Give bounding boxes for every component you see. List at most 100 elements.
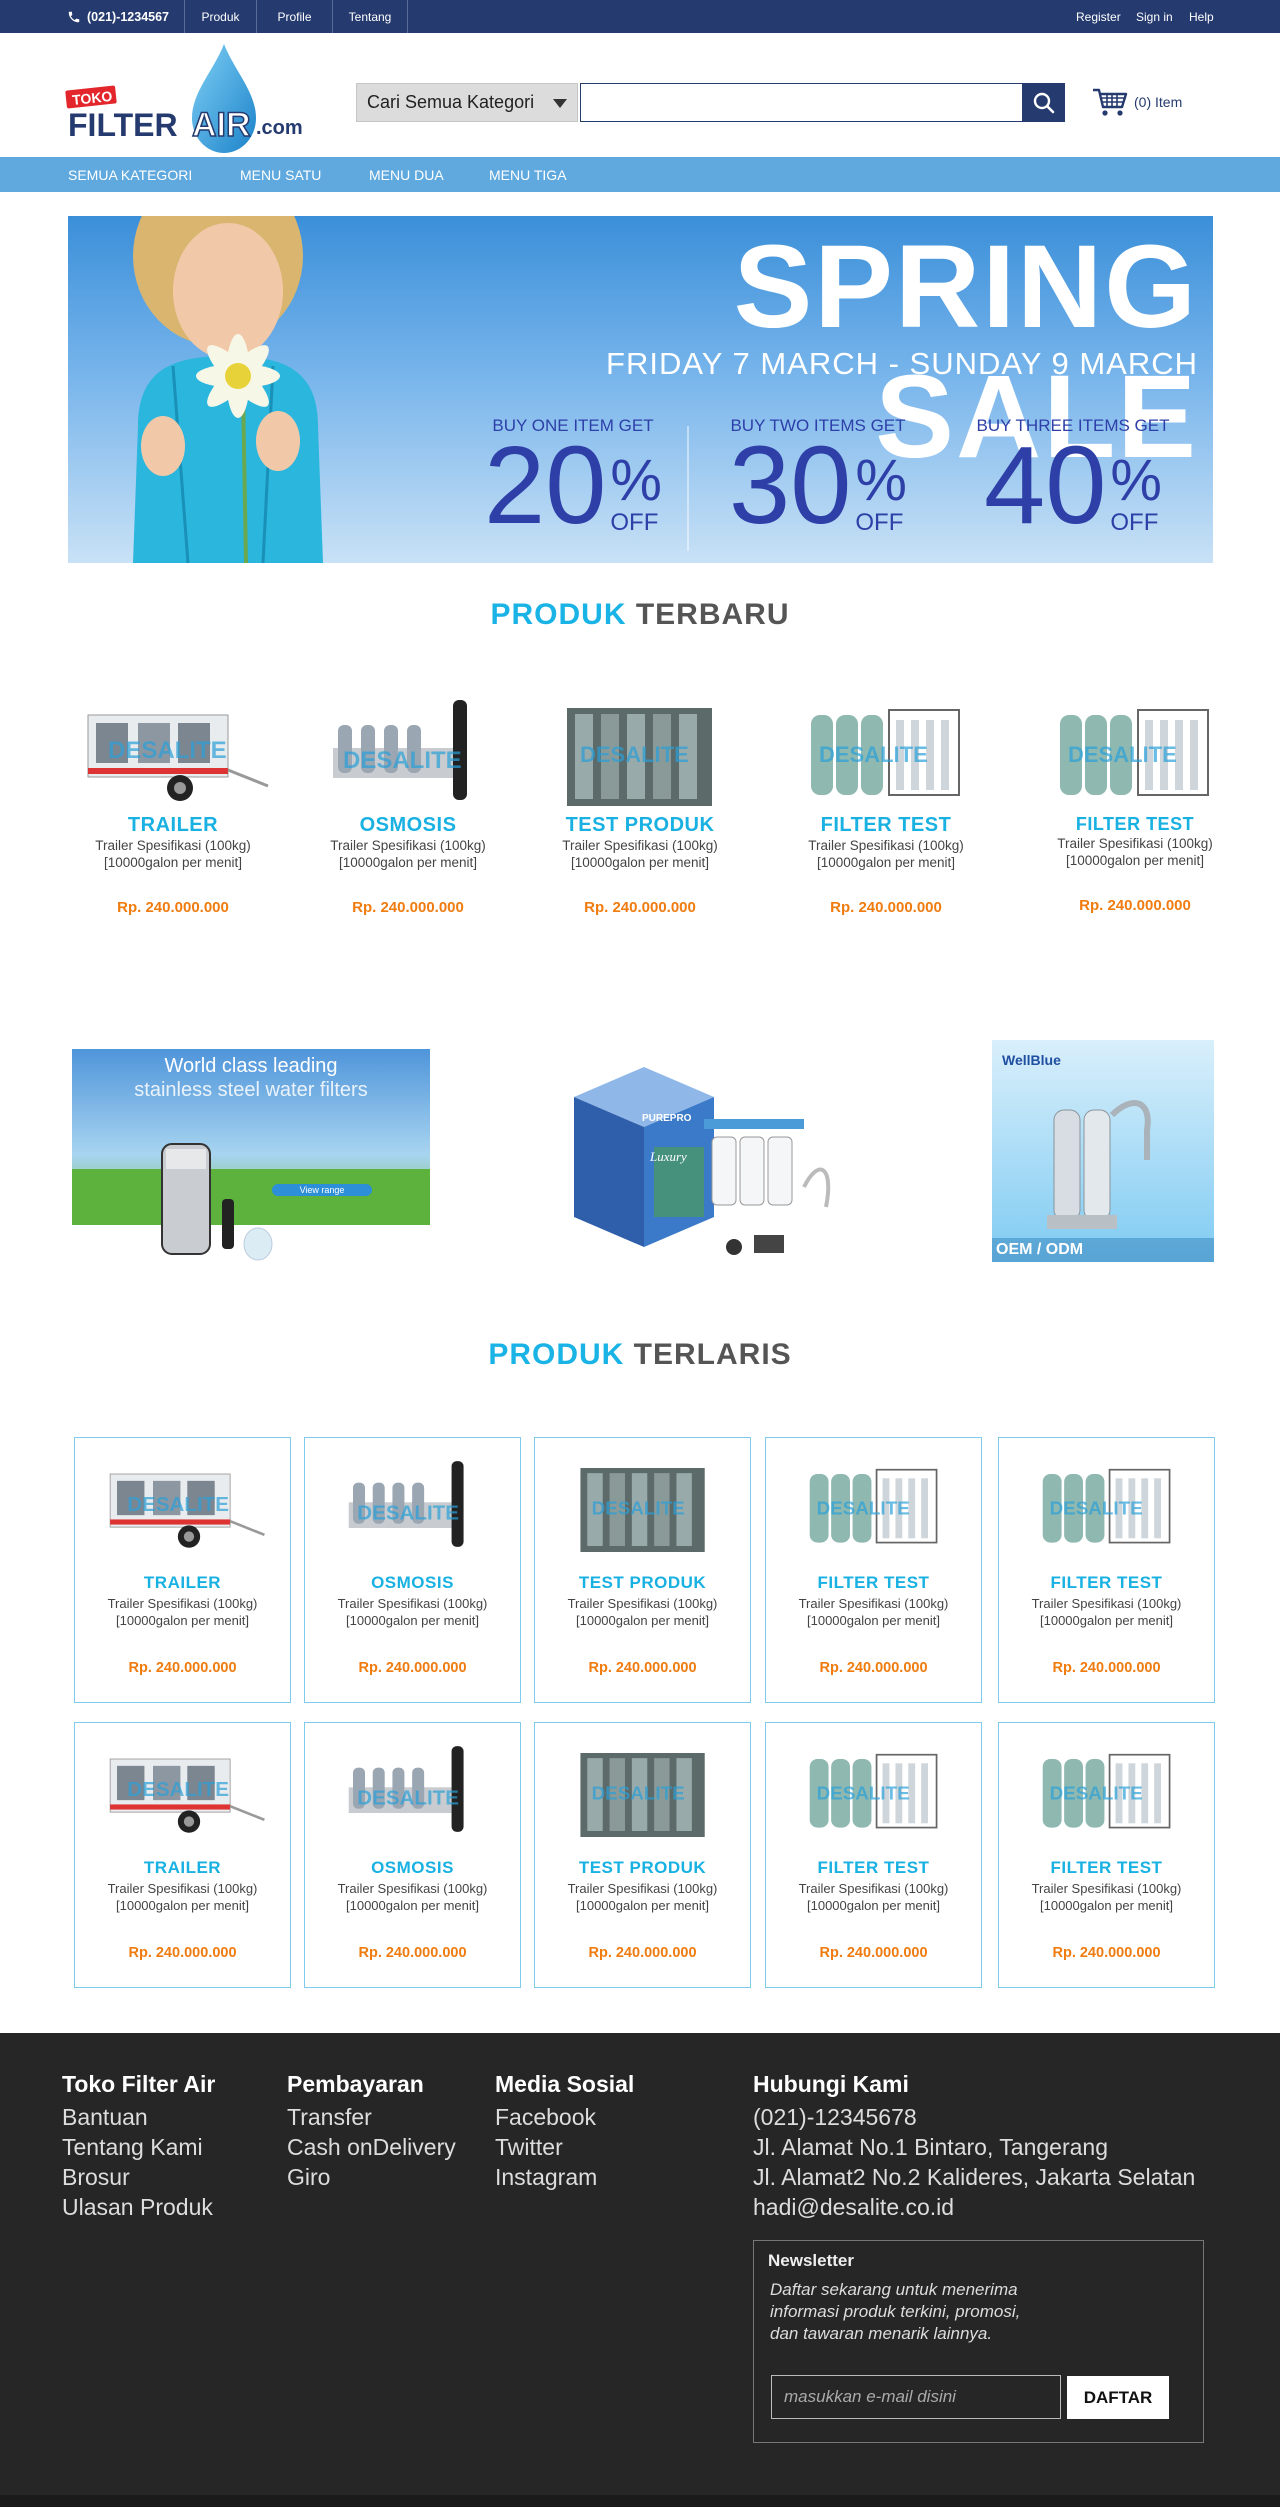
footer-link-twitter[interactable]: Twitter	[495, 2132, 634, 2162]
newsletter-text: Daftar sekarang untuk menerima informasi…	[770, 2279, 1090, 2345]
product-name[interactable]: FILTER TEST	[766, 1858, 981, 1878]
footer-link-giro[interactable]: Giro	[287, 2162, 456, 2192]
footer-link-cod[interactable]: Cash onDelivery	[287, 2132, 456, 2162]
product-name[interactable]: TEST PRODUK	[535, 1573, 750, 1593]
footer-link-facebook[interactable]: Facebook	[495, 2102, 634, 2132]
product-desc-2: [10000galon per menit]	[346, 1613, 479, 1628]
topbar-help[interactable]: Help	[1189, 0, 1214, 33]
product-name[interactable]: TRAILER	[68, 814, 278, 837]
product-card-bestseller[interactable]: DESALITE TRAILER Trailer Spesifikasi (10…	[74, 1722, 291, 1988]
product-price: Rp. 240.000.000	[819, 1945, 928, 1961]
product-price: Rp. 240.000.000	[819, 1660, 928, 1676]
offer-1-off: OFF	[610, 509, 659, 536]
footer-link-ulasan-produk[interactable]: Ulasan Produk	[62, 2192, 215, 2222]
contact-email[interactable]: hadi@desalite.co.id	[753, 2192, 1195, 2222]
topbar-link-profile[interactable]: Profile	[256, 0, 332, 33]
product-card-new[interactable]: DESALITE OSMOSIS Trailer Spesifikasi (10…	[303, 690, 513, 916]
product-card-bestseller[interactable]: DESALITE FILTER TEST Trailer Spesifikasi…	[998, 1437, 1215, 1703]
product-desc-1: Trailer Spesifikasi (100kg)	[95, 838, 251, 853]
footer-col-hubungi: Hubungi Kami (021)-12345678 Jl. Alamat N…	[753, 2071, 1195, 2222]
product-name[interactable]: OSMOSIS	[303, 814, 513, 837]
svg-text:DESALITE: DESALITE	[819, 742, 928, 767]
product-card-bestseller[interactable]: DESALITE FILTER TEST Trailer Spesifikasi…	[765, 1722, 982, 1988]
product-desc-1: Trailer Spesifikasi (100kg)	[562, 838, 718, 853]
promo-stainless-filters[interactable]: World class leading stainless steel wate…	[72, 1049, 430, 1267]
product-card-bestseller[interactable]: DESALITE FILTER TEST Trailer Spesifikasi…	[765, 1437, 982, 1703]
product-card-bestseller[interactable]: DESALITE OSMOSIS Trailer Spesifikasi (10…	[304, 1437, 521, 1703]
product-name[interactable]: FILTER TEST	[766, 1573, 981, 1593]
offer-3-value: 40	[984, 424, 1107, 547]
footer-link-brosur[interactable]: Brosur	[62, 2162, 215, 2192]
section-title-best-a: PRODUK	[488, 1338, 625, 1371]
site-footer: Toko Filter Air Bantuan Tentang Kami Bro…	[0, 2033, 1280, 2507]
product-price: Rp. 240.000.000	[128, 1660, 237, 1676]
product-name[interactable]: OSMOSIS	[305, 1858, 520, 1878]
promo-purepro[interactable]: PUREPRO Luxury	[564, 1057, 848, 1267]
product-name[interactable]: FILTER TEST	[999, 1573, 1214, 1593]
newsletter-submit-button[interactable]: DAFTAR	[1067, 2376, 1169, 2419]
product-image-filter-test: DESALITE	[784, 1444, 964, 1564]
footer-link-instagram[interactable]: Instagram	[495, 2162, 634, 2192]
spring-sale-banner[interactable]: SPRING SALE FRIDAY 7 MARCH - SUNDAY 9 MA…	[68, 216, 1213, 563]
product-card-bestseller[interactable]: DESALITE TEST PRODUK Trailer Spesifikasi…	[534, 1437, 751, 1703]
product-card-new[interactable]: DESALITE FILTER TEST Trailer Spesifikasi…	[1030, 690, 1240, 914]
newsletter-email-input[interactable]: masukkan e-mail disini	[771, 2375, 1061, 2419]
footer-col-title: Toko Filter Air	[62, 2071, 216, 2097]
product-name[interactable]: FILTER TEST	[999, 1858, 1214, 1878]
nav-menu-tiga[interactable]: MENU TIGA	[489, 157, 567, 192]
topbar-link-tentang[interactable]: Tentang	[332, 0, 408, 33]
product-image-osmosis: DESALITE	[303, 690, 513, 810]
product-name[interactable]: FILTER TEST	[781, 814, 991, 837]
product-desc: Trailer Spesifikasi (100kg) [10000galon p…	[75, 1595, 290, 1629]
footer-link-transfer[interactable]: Transfer	[287, 2102, 456, 2132]
category-select[interactable]: Cari Semua Kategori	[356, 83, 578, 122]
product-price: Rp. 240.000.000	[830, 899, 942, 916]
search-button[interactable]	[1023, 83, 1065, 122]
product-desc-1: Trailer Spesifikasi (100kg)	[107, 1596, 258, 1611]
product-name[interactable]: TRAILER	[75, 1858, 290, 1878]
product-desc-2: [10000galon per menit]	[346, 1898, 479, 1913]
promo-headline-1: World class leading	[164, 1055, 338, 1077]
contact-address-2: Jl. Alamat2 No.2 Kalideres, Jakarta Sela…	[753, 2164, 1196, 2190]
topbar-register[interactable]: Register	[1076, 0, 1121, 33]
topbar-phone[interactable]: (021)-1234567	[67, 0, 169, 33]
topbar-signin[interactable]: Sign in	[1136, 0, 1173, 33]
product-desc: Trailer Spesifikasi (100kg) [10000galon p…	[75, 1880, 290, 1914]
offer-2-off: OFF	[855, 509, 904, 536]
promo-wellblue[interactable]: WellBlue OEM / ODM	[992, 1040, 1214, 1262]
section-title-new-a: PRODUK	[490, 598, 627, 631]
product-image-filter-test: DESALITE	[1017, 1444, 1197, 1564]
newsletter-text-3: dan tawaran menarik lainnya.	[770, 2324, 993, 2343]
product-card-bestseller[interactable]: DESALITE TEST PRODUK Trailer Spesifikasi…	[534, 1722, 751, 1988]
product-desc: Trailer Spesifikasi (100kg) [10000galon p…	[766, 1595, 981, 1629]
topbar-link-produk[interactable]: Produk	[184, 0, 256, 33]
promo-view-range-button[interactable]: View range	[272, 1184, 372, 1196]
product-desc-1: Trailer Spesifikasi (100kg)	[567, 1596, 718, 1611]
product-image-filter-test: DESALITE	[784, 1729, 964, 1849]
offer-1-value: 20	[484, 424, 607, 547]
product-card-new[interactable]: DESALITE FILTER TEST Trailer Spesifikasi…	[781, 690, 991, 916]
product-card-bestseller[interactable]: DESALITE TRAILER Trailer Spesifikasi (10…	[74, 1437, 291, 1703]
footer-link-bantuan[interactable]: Bantuan	[62, 2102, 215, 2132]
nav-menu-satu[interactable]: MENU SATU	[240, 157, 321, 192]
product-card-bestseller[interactable]: DESALITE OSMOSIS Trailer Spesifikasi (10…	[304, 1722, 521, 1988]
product-name[interactable]: TEST PRODUK	[535, 1858, 750, 1878]
product-desc: Trailer Spesifikasi (100kg) [10000galon p…	[305, 1880, 520, 1914]
product-card-new[interactable]: DESALITE TRAILER Trailer Spesifikasi (10…	[68, 690, 278, 916]
product-desc-1: Trailer Spesifikasi (100kg)	[107, 1881, 258, 1896]
product-name[interactable]: TEST PRODUK	[535, 814, 745, 837]
product-name[interactable]: TRAILER	[75, 1573, 290, 1593]
search-input[interactable]	[580, 83, 1023, 122]
site-logo[interactable]: TOKO FILTER AIR .com	[64, 40, 314, 160]
product-desc-2: [10000galon per menit]	[570, 855, 710, 870]
nav-menu-dua[interactable]: MENU DUA	[369, 157, 444, 192]
product-name[interactable]: FILTER TEST	[1030, 814, 1240, 835]
section-title-new-b: TERBARU	[635, 598, 790, 631]
cart-button[interactable]: (0) Item	[1092, 84, 1182, 120]
product-card-new[interactable]: DESALITE TEST PRODUK Trailer Spesifikasi…	[535, 690, 745, 916]
nav-semua-kategori[interactable]: SEMUA KATEGORI	[68, 157, 192, 192]
footer-link-tentang-kami[interactable]: Tentang Kami	[62, 2132, 215, 2162]
product-name[interactable]: OSMOSIS	[305, 1573, 520, 1593]
promo-wellblue-brand: WellBlue	[1002, 1052, 1061, 1068]
product-card-bestseller[interactable]: DESALITE FILTER TEST Trailer Spesifikasi…	[998, 1722, 1215, 1988]
